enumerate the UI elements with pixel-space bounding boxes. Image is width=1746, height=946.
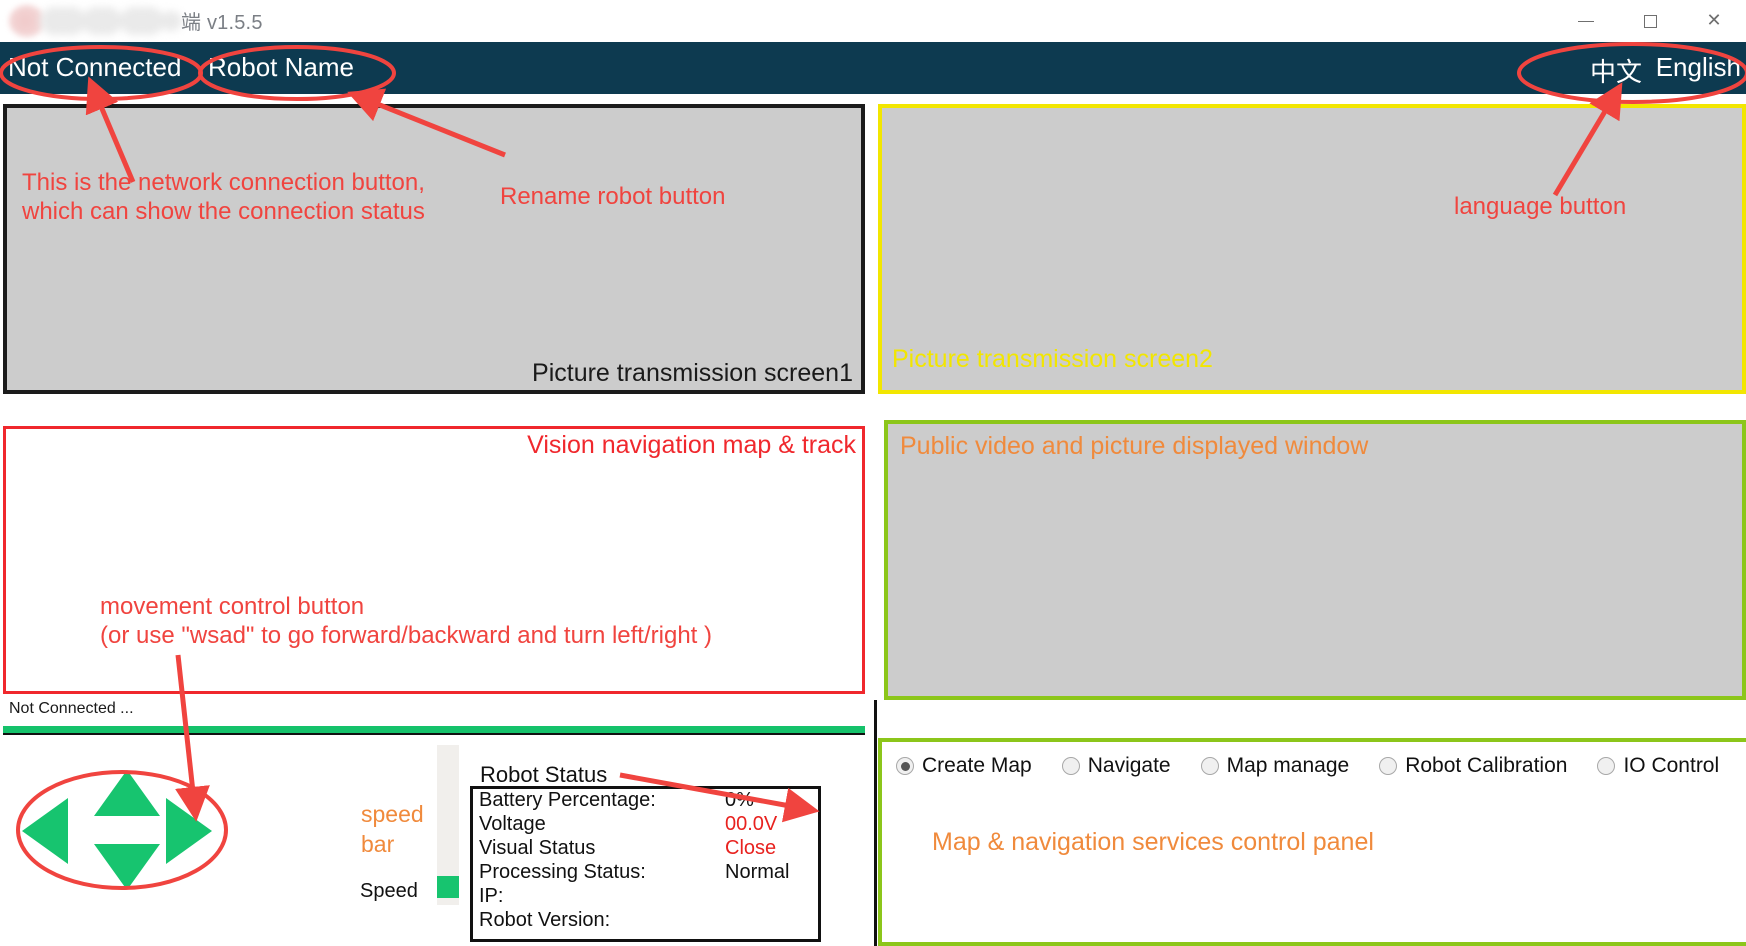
robot-status-row: Robot Version:: [473, 909, 818, 933]
connection-status-text: Not Connected ...: [3, 700, 865, 726]
radio-button-icon[interactable]: [1062, 757, 1080, 775]
mode-radio-label: Map manage: [1227, 754, 1350, 778]
annotation-rename-button-text: Rename robot button: [500, 182, 725, 211]
robot-status-title: Robot Status: [480, 762, 607, 788]
mode-radio-io-control[interactable]: IO Control: [1597, 754, 1719, 778]
speed-slider-thumb[interactable]: [437, 876, 459, 898]
radio-button-icon[interactable]: [1201, 757, 1219, 775]
mode-radio-create-map[interactable]: Create Map: [896, 754, 1032, 778]
robot-status-key: Processing Status:: [479, 861, 725, 884]
picture-transmission-screen1[interactable]: Picture transmission screen1: [3, 104, 865, 394]
mode-radio-navigate[interactable]: Navigate: [1062, 754, 1171, 778]
mode-radio-label: Navigate: [1088, 754, 1171, 778]
picture-transmission-screen1-label: Picture transmission screen1: [532, 359, 853, 388]
app-header: Not Connected Robot Name 中文 English: [0, 42, 1746, 94]
language-button-english[interactable]: English: [1656, 52, 1741, 83]
movement-control-dpad[interactable]: [22, 770, 212, 890]
vision-navigation-map-label: Vision navigation map & track: [527, 431, 856, 460]
robot-status-value: 0%: [725, 789, 754, 812]
language-button-chinese[interactable]: 中文: [1590, 52, 1642, 89]
turn-left-arrow-icon[interactable]: [22, 798, 68, 864]
turn-right-arrow-icon[interactable]: [166, 798, 212, 864]
robot-status-row: IP:: [473, 885, 818, 909]
mode-radio-robot-calibration[interactable]: Robot Calibration: [1379, 754, 1567, 778]
network-connection-button[interactable]: Not Connected: [8, 52, 181, 83]
annotation-network-button-text: This is the network connection button, w…: [22, 168, 425, 227]
robot-status-key: Robot Version:: [479, 909, 725, 932]
maximize-button[interactable]: [1618, 0, 1682, 42]
speed-label: Speed: [360, 880, 418, 903]
public-video-panel[interactable]: Public video and picture displayed windo…: [884, 420, 1746, 700]
robot-status-value: Normal: [725, 861, 789, 884]
picture-transmission-screen2-label: Picture transmission screen2: [892, 345, 1213, 374]
map-navigation-control-panel: Create Map Navigate Map manage Robot Calibr…: [878, 738, 1746, 946]
window-controls: ✕: [1554, 0, 1746, 42]
robot-status-value: 00.0V: [725, 813, 777, 836]
close-button[interactable]: ✕: [1682, 0, 1746, 42]
robot-status-key: Visual Status: [479, 837, 725, 860]
picture-transmission-screen2[interactable]: Picture transmission screen2: [878, 104, 1746, 394]
title-bar: 端 v1.5.5 ✕: [0, 0, 1746, 42]
mode-radio-label: Create Map: [922, 754, 1032, 778]
robot-status-value: Close: [725, 837, 776, 860]
annotation-language-button-text: language button: [1454, 192, 1626, 221]
robot-status-key: Voltage: [479, 813, 725, 836]
mode-radio-label: Robot Calibration: [1405, 754, 1567, 778]
robot-status-row: Battery Percentage:0%: [473, 789, 818, 813]
move-forward-arrow-icon[interactable]: [94, 770, 160, 816]
robot-rename-button[interactable]: Robot Name: [208, 52, 354, 83]
app-window: 端 v1.5.5 ✕ Not Connected Robot Name 中文 E…: [0, 0, 1746, 946]
minimize-button[interactable]: [1554, 0, 1618, 42]
robot-status-key: Battery Percentage:: [479, 789, 725, 812]
public-video-panel-label: Public video and picture displayed windo…: [900, 432, 1368, 461]
mode-radio-map-manage[interactable]: Map manage: [1201, 754, 1350, 778]
annotation-movement-button-text: movement control button (or use "wsad" t…: [100, 592, 712, 651]
robot-status-key: IP:: [479, 885, 725, 908]
panel-divider: [874, 700, 877, 946]
radio-button-icon[interactable]: [1597, 757, 1615, 775]
robot-status-row: Processing Status:Normal: [473, 861, 818, 885]
robot-status-row: Voltage00.0V: [473, 813, 818, 837]
speed-bar-annotation: speed bar: [361, 800, 431, 860]
radio-button-icon[interactable]: [896, 757, 914, 775]
control-panel-annotation: Map & navigation services control panel: [932, 828, 1374, 857]
app-name-redacted: [40, 7, 180, 35]
robot-status-row: Visual StatusClose: [473, 837, 818, 861]
vision-navigation-map-panel[interactable]: Vision navigation map & track: [3, 426, 865, 694]
close-icon: ✕: [1706, 12, 1721, 30]
mode-radio-label: IO Control: [1623, 754, 1719, 778]
radio-button-icon[interactable]: [1379, 757, 1397, 775]
status-divider-bar: [3, 726, 865, 735]
move-backward-arrow-icon[interactable]: [94, 844, 160, 890]
robot-status-table: Battery Percentage:0%Voltage00.0VVisual …: [470, 786, 821, 942]
mode-radio-group: Create Map Navigate Map manage Robot Calibr…: [882, 742, 1746, 778]
app-version-title: 端 v1.5.5: [181, 6, 263, 35]
